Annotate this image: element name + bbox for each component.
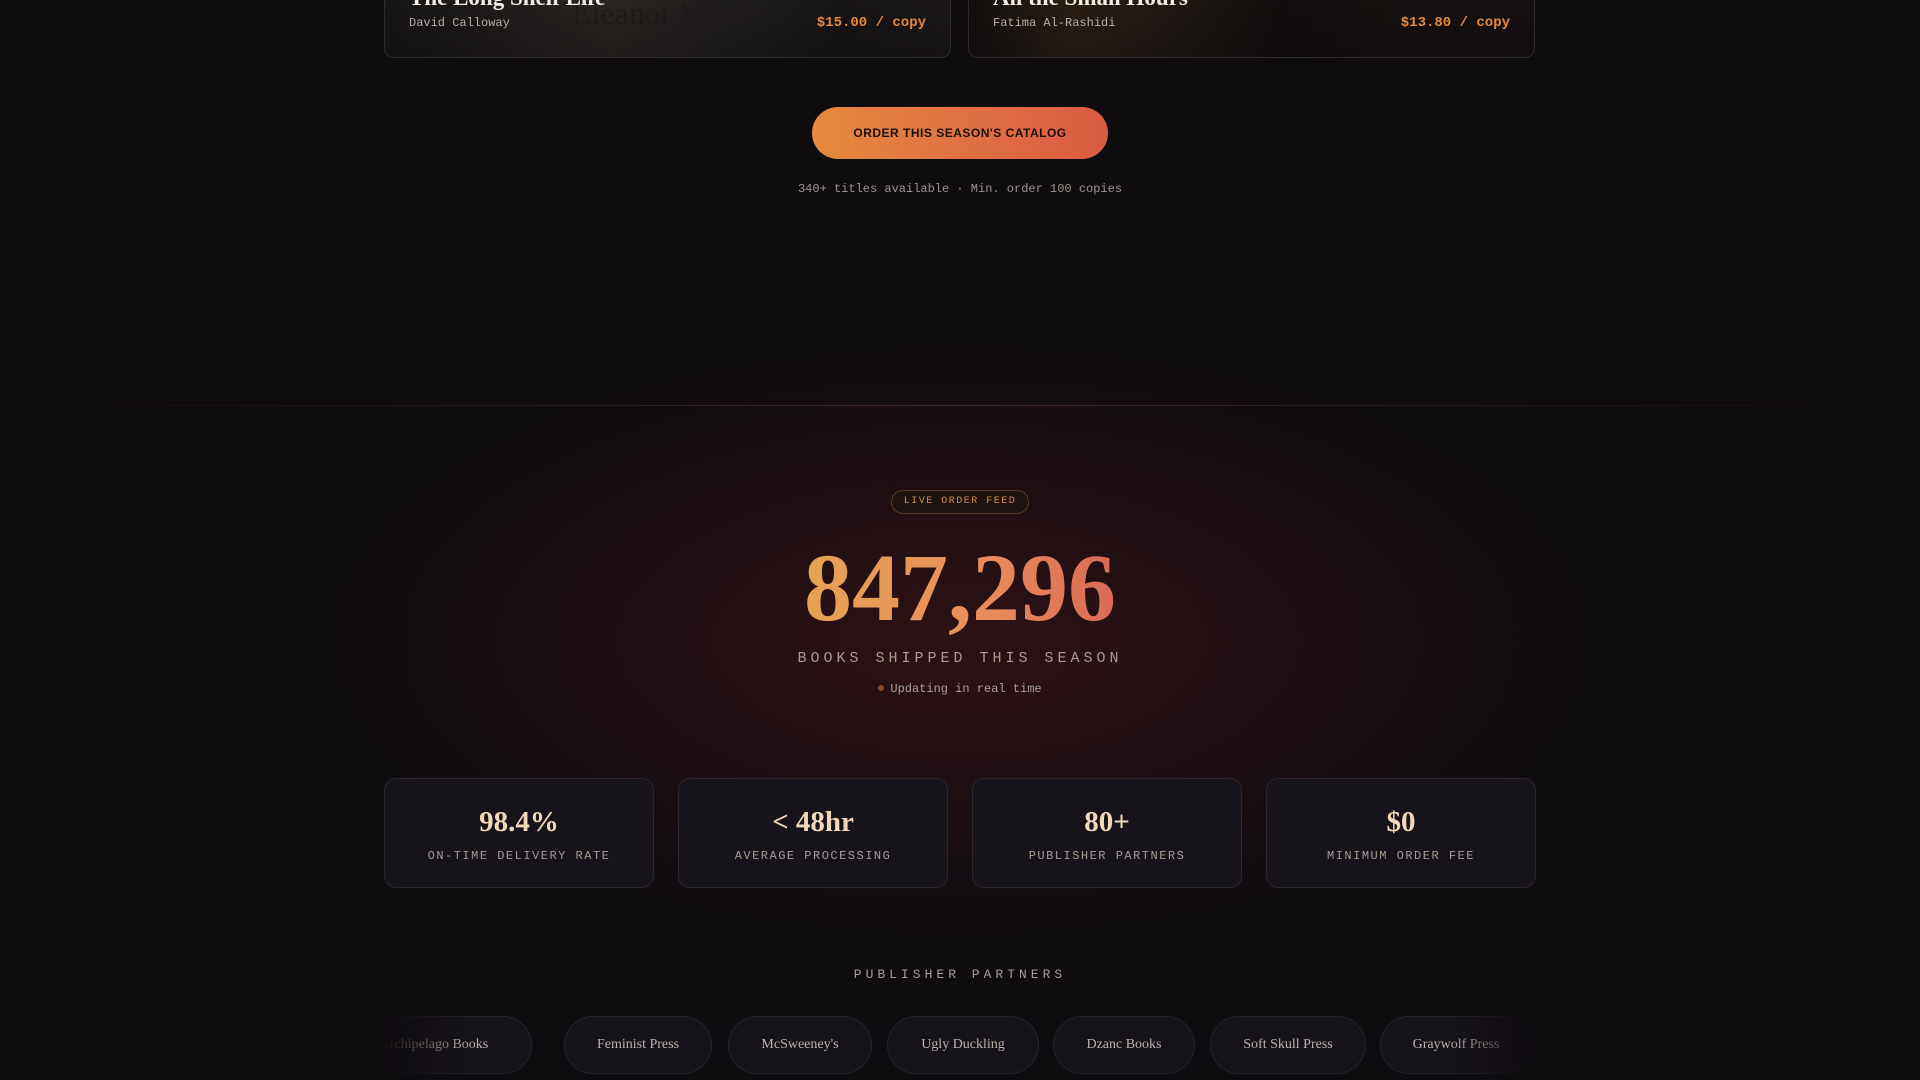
catalog-subtext: 340+ titles available · Min. order 100 c… xyxy=(797,182,1123,196)
stat-value: 80+ xyxy=(1084,806,1130,838)
book-author: Fatima Al-Rashidi xyxy=(993,16,1116,30)
partner-pill[interactable]: McSweeney's xyxy=(728,1016,872,1074)
books-shipped-counter: 847,296 xyxy=(0,533,1920,643)
marquee-fade-right xyxy=(1446,1010,1536,1080)
stat-card: 80+ PUBLISHER PARTNERS xyxy=(972,778,1242,888)
partner-pill[interactable]: Soft Skull Press xyxy=(1210,1016,1366,1074)
order-catalog-button[interactable]: ORDER THIS SEASON'S CATALOG xyxy=(812,107,1108,159)
stat-label: MINIMUM ORDER FEE xyxy=(1327,849,1475,863)
partner-pill[interactable]: Dzanc Books xyxy=(1053,1016,1195,1074)
stat-card: < 48hr AVERAGE PROCESSING xyxy=(678,778,948,888)
partners-heading: PUBLISHER PARTNERS xyxy=(853,967,1067,982)
stat-card: $0 MINIMUM ORDER FEE xyxy=(1266,778,1536,888)
book-title: The Long Shelf Life xyxy=(409,0,605,11)
live-status-text: Updating in real time xyxy=(890,682,1042,696)
stat-label: AVERAGE PROCESSING xyxy=(734,849,892,863)
stat-label: PUBLISHER PARTNERS xyxy=(1028,849,1186,863)
book-price: $13.80 / copy xyxy=(1400,15,1510,31)
marquee-fade-left xyxy=(384,1010,474,1080)
page: Eleanor Vance The Long Shelf Life David … xyxy=(0,0,1920,1080)
live-status: Updating in real time xyxy=(0,682,1920,696)
partner-pill[interactable]: Ugly Duckling xyxy=(887,1016,1039,1074)
book-title: All the Small Hours xyxy=(993,0,1188,11)
partner-pill[interactable]: Feminist Press xyxy=(564,1016,712,1074)
book-card[interactable]: Eleanor Vance The Long Shelf Life David … xyxy=(384,0,951,58)
book-author: David Calloway xyxy=(409,16,510,30)
stat-value: < 48hr xyxy=(772,806,854,838)
stat-card: 98.4% ON-TIME DELIVERY RATE xyxy=(384,778,654,888)
book-card[interactable]: All the Small Hours Fatima Al-Rashidi $1… xyxy=(968,0,1535,58)
live-dot-icon xyxy=(878,684,885,691)
book-price: $15.00 / copy xyxy=(816,15,926,31)
stat-label: ON-TIME DELIVERY RATE xyxy=(427,849,611,863)
live-feed-badge: LIVE ORDER FEED xyxy=(891,490,1029,514)
partners-marquee: Archipelago Books Feminist Press McSween… xyxy=(384,1016,1536,1074)
counter-value: 847,296 xyxy=(804,534,1116,641)
stat-value: $0 xyxy=(1386,806,1416,838)
counter-label: BOOKS SHIPPED THIS SEASON xyxy=(797,650,1123,667)
section-divider xyxy=(0,405,1920,406)
stat-value: 98.4% xyxy=(479,806,559,838)
